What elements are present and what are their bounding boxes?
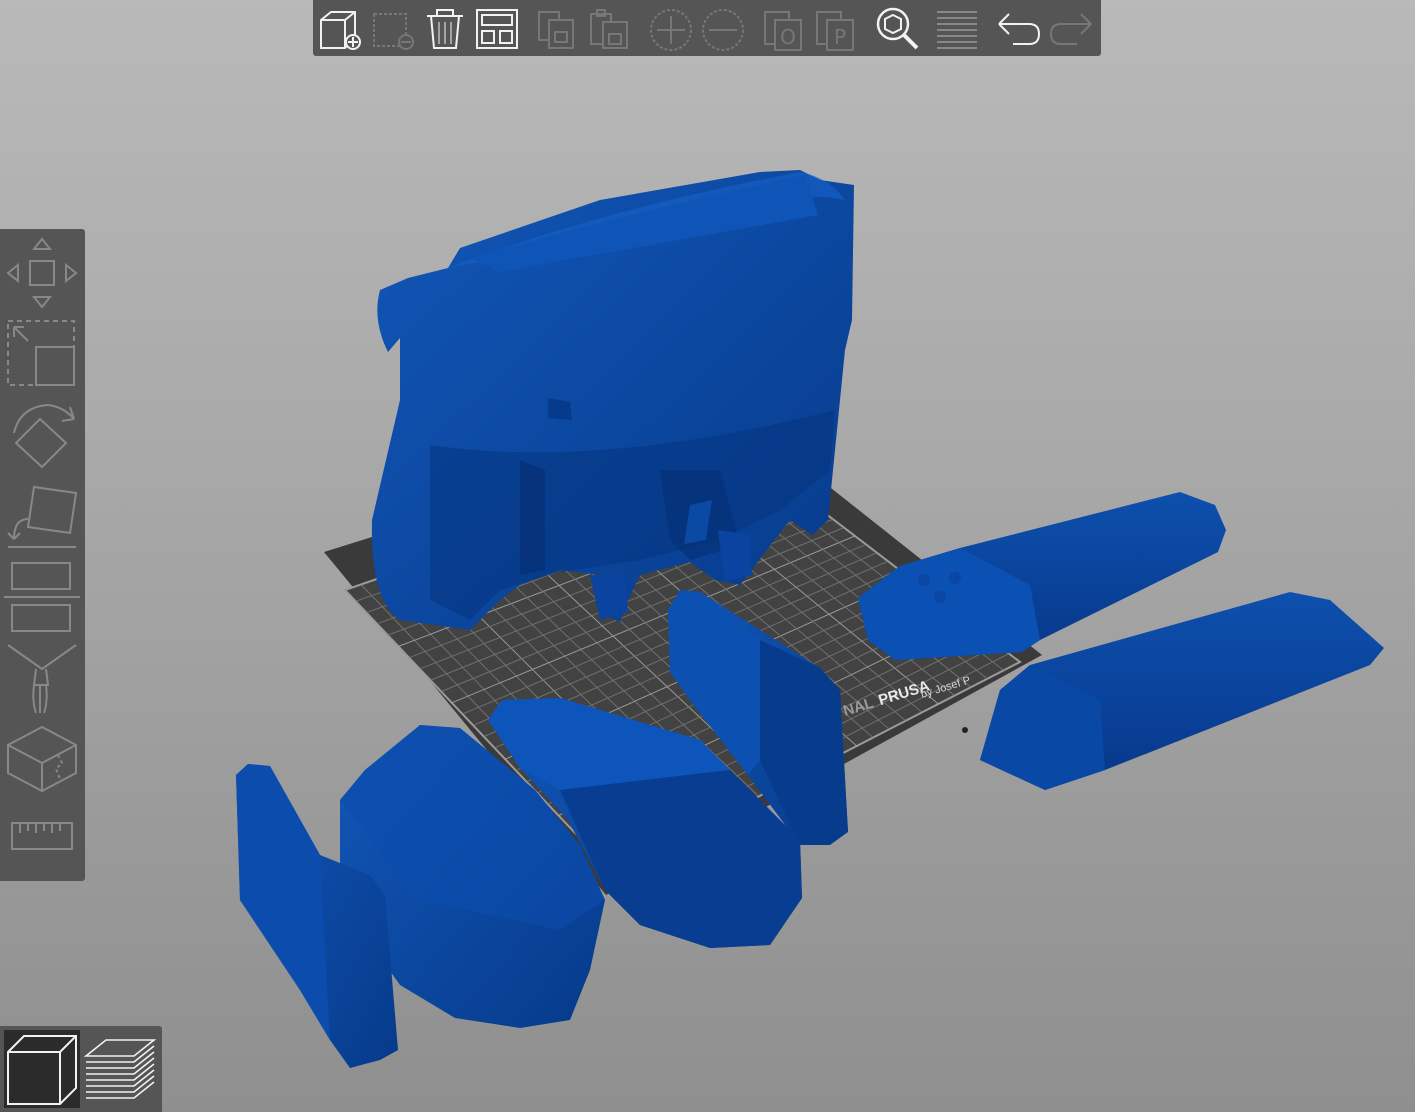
cut-icon[interactable]: [4, 557, 80, 639]
minus-circle-icon[interactable]: [699, 4, 747, 52]
3d-cube-icon: [7, 1035, 77, 1105]
layers-editing-icon[interactable]: [933, 4, 981, 52]
trash-icon[interactable]: [421, 4, 469, 52]
svg-text:O: O: [780, 25, 796, 49]
seam-painting-icon[interactable]: [4, 723, 80, 793]
arrange-icon[interactable]: [473, 4, 521, 52]
delete-object-icon[interactable]: [368, 4, 416, 52]
gizmo-toolbar: [0, 229, 85, 881]
redo-icon[interactable]: [1047, 4, 1095, 52]
paste-icon[interactable]: [585, 4, 633, 52]
measure-icon[interactable]: [4, 817, 80, 857]
main-toolbar: O P: [313, 0, 1101, 56]
split-objects-icon[interactable]: O: [761, 4, 809, 52]
plus-circle-icon[interactable]: [647, 4, 695, 52]
scale-icon[interactable]: [4, 317, 80, 391]
place-on-face-icon[interactable]: [4, 479, 80, 551]
3d-viewport[interactable]: NALPRUSA by Josef P: [0, 0, 1415, 1112]
search-icon[interactable]: [873, 4, 921, 52]
copy-icon[interactable]: [533, 4, 581, 52]
rotate-icon[interactable]: [4, 399, 80, 471]
3d-view-button[interactable]: [4, 1030, 80, 1108]
svg-text:P: P: [834, 25, 846, 49]
view-toggle: [0, 1026, 162, 1112]
split-parts-icon[interactable]: P: [813, 4, 861, 52]
add-object-icon[interactable]: [315, 4, 363, 52]
paint-supports-icon[interactable]: [4, 641, 80, 715]
preview-button[interactable]: [82, 1030, 158, 1108]
move-icon[interactable]: [4, 235, 80, 311]
undo-icon[interactable]: [995, 4, 1043, 52]
layers-preview-icon: [83, 1039, 157, 1099]
